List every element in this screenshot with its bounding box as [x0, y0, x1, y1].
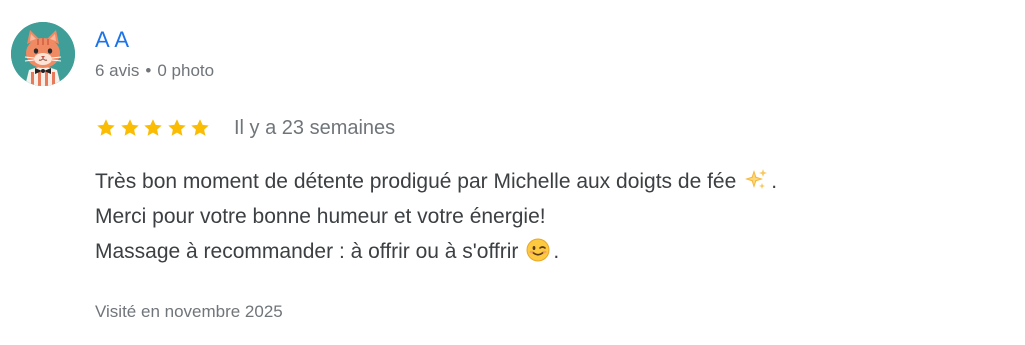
star-rating [95, 117, 213, 139]
star-icon [95, 117, 119, 139]
review-line-3: Massage à recommander : à offrir ou à s'… [95, 234, 995, 269]
sparkles-emoji-icon [744, 168, 768, 203]
review-line-suffix: . [553, 240, 560, 263]
star-icon [189, 117, 213, 139]
star-icon [142, 117, 166, 139]
review-text: Très bon moment de détente prodigué par … [95, 164, 995, 269]
review-line-2: Merci pour votre bonne humeur et votre é… [95, 199, 995, 234]
review-date: Il y a 23 semaines [233, 117, 396, 139]
reviewer-avatar[interactable] [11, 22, 75, 86]
cat-avatar-icon [11, 22, 75, 86]
review-line-text: Merci pour votre bonne humeur et votre é… [95, 205, 546, 228]
visit-date: Visité en novembre 2025 [95, 302, 283, 321]
reviewer-name[interactable]: A A [95, 27, 130, 53]
review-line-text: Massage à recommander : à offrir ou à s'… [95, 240, 519, 263]
meta-separator: • [145, 61, 152, 80]
winking-face-emoji-icon [526, 238, 550, 273]
review-line-suffix: . [771, 170, 778, 193]
photos-count: 0 photo [157, 61, 215, 80]
reviews-count: 6 avis [95, 61, 140, 80]
star-icon [119, 117, 143, 139]
review-line-1: Très bon moment de détente prodigué par … [95, 164, 995, 199]
star-icon [166, 117, 190, 139]
reviewer-meta: 6 avis • 0 photo [95, 60, 214, 82]
rating-row: Il y a 23 semaines [95, 114, 395, 142]
review-line-text: Très bon moment de détente prodigué par … [95, 170, 737, 193]
